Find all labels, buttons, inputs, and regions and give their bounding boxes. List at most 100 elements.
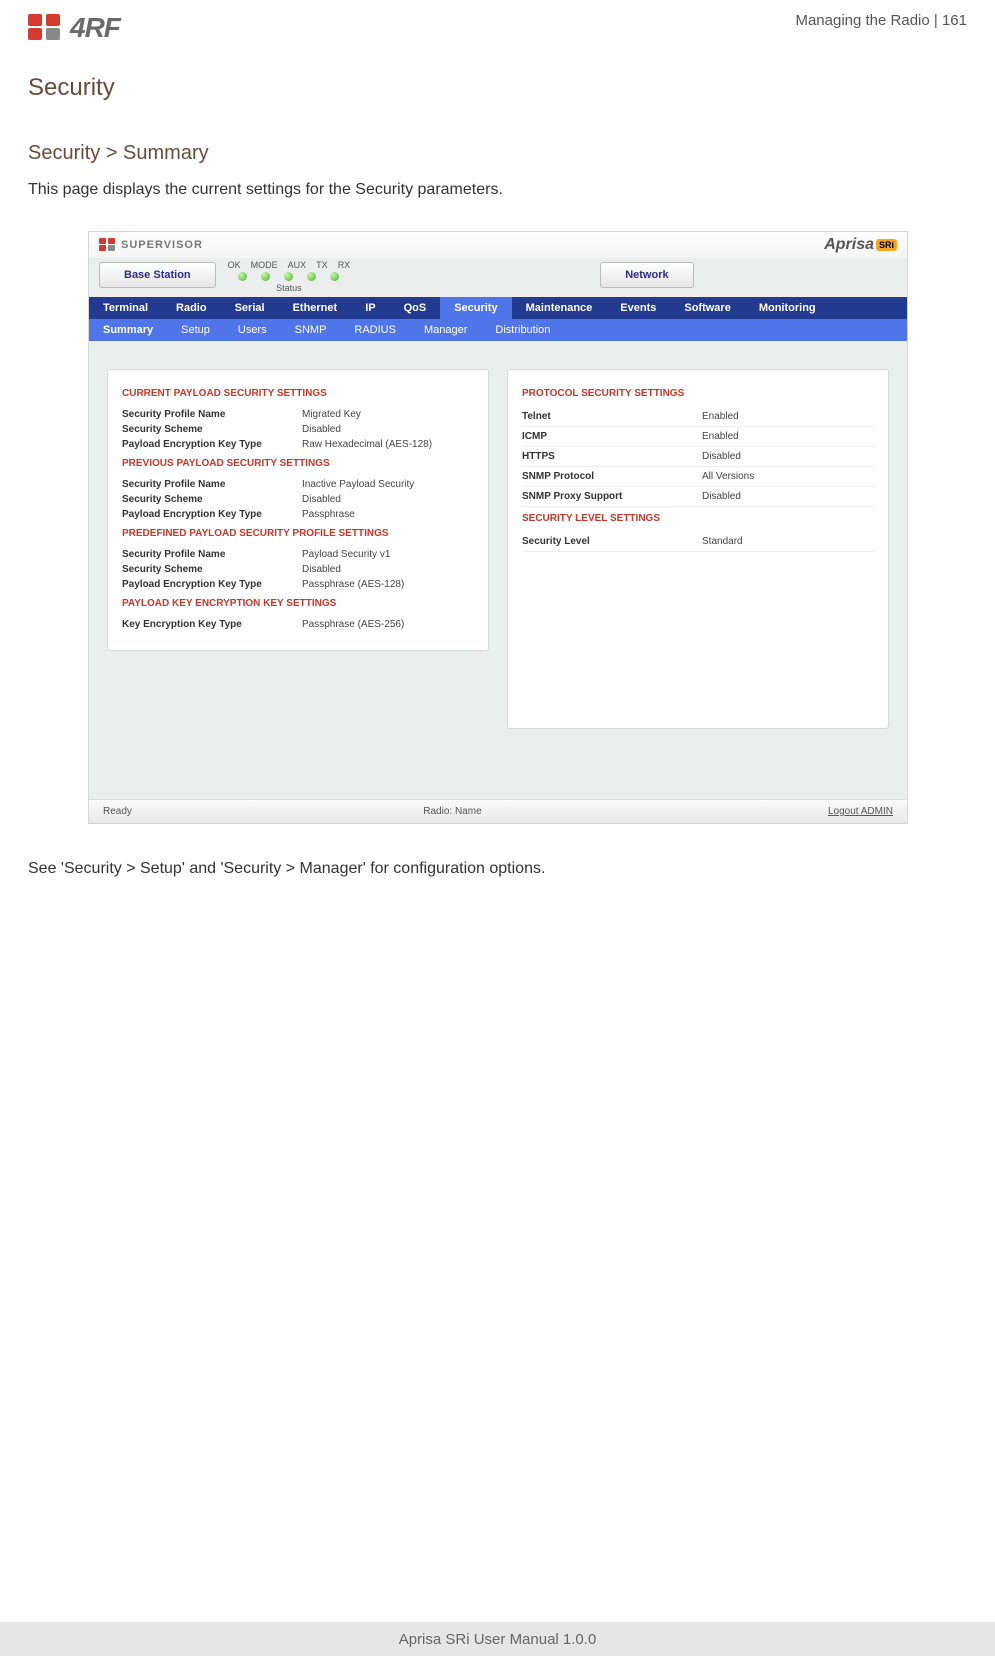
led-aux-icon: [284, 272, 293, 281]
setting-label: Security Profile Name: [122, 409, 302, 420]
brand-text: 4RF: [70, 12, 120, 44]
left-panel: CURRENT PAYLOAD SECURITY SETTINGS Securit…: [107, 369, 489, 651]
setting-label: ICMP: [522, 431, 702, 442]
setting-value: Raw Hexadecimal (AES-128): [302, 439, 432, 450]
subtab-snmp[interactable]: SNMP: [281, 319, 341, 341]
right-panel: PROTOCOL SECURITY SETTINGSTelnetEnabledI…: [507, 369, 889, 729]
setting-value: Disabled: [302, 424, 341, 435]
setting-label: Telnet: [522, 411, 702, 422]
app-titlebar: SUPERVISOR Aprisa SRi: [89, 232, 907, 258]
setting-row: Key Encryption Key TypePassphrase (AES-2…: [122, 617, 474, 632]
subtab-users[interactable]: Users: [224, 319, 281, 341]
status-radio: Radio: Name: [132, 806, 773, 817]
group-title: PAYLOAD KEY ENCRYPTION KEY SETTINGS: [122, 598, 474, 609]
page-title: Security: [28, 74, 967, 102]
tab-radio[interactable]: Radio: [162, 297, 221, 319]
setting-value: Migrated Key: [302, 409, 361, 420]
tab-ip[interactable]: IP: [351, 297, 389, 319]
setting-value: Passphrase (AES-128): [302, 579, 404, 590]
setting-label: Security Profile Name: [122, 549, 302, 560]
setting-value: Disabled: [702, 491, 741, 502]
setting-row: Payload Encryption Key TypeRaw Hexadecim…: [122, 437, 474, 452]
doc-header: 4RF Managing the Radio | 161: [28, 12, 967, 56]
setting-value: Inactive Payload Security: [302, 479, 414, 490]
setting-label: Payload Encryption Key Type: [122, 579, 302, 590]
group-title: PREVIOUS PAYLOAD SECURITY SETTINGS: [122, 458, 474, 469]
setting-row: Security Profile NameInactive Payload Se…: [122, 477, 474, 492]
tab-qos[interactable]: QoS: [390, 297, 441, 319]
product-name: Aprisa SRi: [824, 236, 897, 254]
status-ready: Ready: [103, 806, 132, 817]
doc-footer: Aprisa SRi User Manual 1.0.0: [0, 1622, 995, 1656]
intro-text: This page displays the current settings …: [28, 181, 967, 199]
setting-label: SNMP Protocol: [522, 471, 702, 482]
setting-row: SNMP ProtocolAll Versions: [522, 467, 874, 487]
supervisor-text: SUPERVISOR: [121, 239, 203, 251]
product-badge: SRi: [876, 239, 897, 251]
app-screenshot: SUPERVISOR Aprisa SRi Base Station OK MO…: [88, 231, 908, 824]
setting-label: Security Scheme: [122, 564, 302, 575]
setting-row: Security SchemeDisabled: [122, 422, 474, 437]
setting-row: HTTPSDisabled: [522, 447, 874, 467]
setting-row: Security Profile NameMigrated Key: [122, 407, 474, 422]
setting-value: Passphrase (AES-256): [302, 619, 404, 630]
setting-row: ICMPEnabled: [522, 427, 874, 447]
subtab-radius[interactable]: RADIUS: [340, 319, 410, 341]
brand-icon: [28, 14, 64, 42]
logout-link[interactable]: Logout ADMIN: [773, 806, 893, 817]
tab-security[interactable]: Security: [440, 297, 511, 319]
app-footer: Ready Radio: Name Logout ADMIN: [89, 799, 907, 823]
tab-terminal[interactable]: Terminal: [89, 297, 162, 319]
setting-value: All Versions: [702, 471, 754, 482]
setting-row: Security SchemeDisabled: [122, 492, 474, 507]
setting-row: Security LevelStandard: [522, 532, 874, 552]
tab-events[interactable]: Events: [606, 297, 670, 319]
setting-label: Payload Encryption Key Type: [122, 509, 302, 520]
outro-text: See 'Security > Setup' and 'Security > M…: [28, 860, 967, 878]
tab-maintenance[interactable]: Maintenance: [512, 297, 607, 319]
setting-label: Key Encryption Key Type: [122, 619, 302, 630]
setting-row: Security SchemeDisabled: [122, 562, 474, 577]
subtab-manager[interactable]: Manager: [410, 319, 481, 341]
setting-row: Security Profile NamePayload Security v1: [122, 547, 474, 562]
tab-software[interactable]: Software: [670, 297, 744, 319]
network-box[interactable]: Network: [600, 262, 693, 288]
setting-label: Payload Encryption Key Type: [122, 439, 302, 450]
led-mode-icon: [261, 272, 270, 281]
setting-label: Security Level: [522, 536, 702, 547]
station-box[interactable]: Base Station: [99, 262, 216, 288]
brand-logo: 4RF: [28, 12, 120, 44]
group-title: CURRENT PAYLOAD SECURITY SETTINGS: [122, 388, 474, 399]
group-title: PREDEFINED PAYLOAD SECURITY PROFILE SETT…: [122, 528, 474, 539]
setting-label: SNMP Proxy Support: [522, 491, 702, 502]
led-ok-icon: [238, 272, 247, 281]
group-title: PROTOCOL SECURITY SETTINGS: [522, 388, 874, 399]
supervisor-logo: SUPERVISOR: [99, 238, 203, 252]
tab-ethernet[interactable]: Ethernet: [279, 297, 352, 319]
secondary-nav: SummarySetupUsersSNMPRADIUSManagerDistri…: [89, 319, 907, 341]
status-row: Base Station OK MODE AUX TX RX Status: [89, 258, 907, 297]
tab-serial[interactable]: Serial: [221, 297, 279, 319]
setting-value: Enabled: [702, 411, 739, 422]
setting-row: Payload Encryption Key TypePassphrase (A…: [122, 577, 474, 592]
section-title: Security > Summary: [28, 142, 967, 165]
led-tx-icon: [307, 272, 316, 281]
setting-value: Enabled: [702, 431, 739, 442]
setting-label: Security Scheme: [122, 424, 302, 435]
setting-row: Payload Encryption Key TypePassphrase: [122, 507, 474, 522]
subtab-distribution[interactable]: Distribution: [481, 319, 564, 341]
setting-value: Standard: [702, 536, 743, 547]
status-leds: OK MODE AUX TX RX Status: [228, 260, 351, 293]
setting-row: TelnetEnabled: [522, 407, 874, 427]
setting-label: Security Profile Name: [122, 479, 302, 490]
subtab-setup[interactable]: Setup: [167, 319, 224, 341]
tab-monitoring[interactable]: Monitoring: [745, 297, 830, 319]
subtab-summary[interactable]: Summary: [89, 319, 167, 341]
primary-nav: TerminalRadioSerialEthernetIPQoSSecurity…: [89, 297, 907, 319]
content-panels: CURRENT PAYLOAD SECURITY SETTINGS Securit…: [89, 341, 907, 799]
page-header-right: Managing the Radio | 161: [795, 12, 967, 29]
supervisor-icon: [99, 238, 117, 252]
setting-value: Disabled: [302, 564, 341, 575]
setting-row: SNMP Proxy SupportDisabled: [522, 487, 874, 507]
led-rx-icon: [330, 272, 339, 281]
